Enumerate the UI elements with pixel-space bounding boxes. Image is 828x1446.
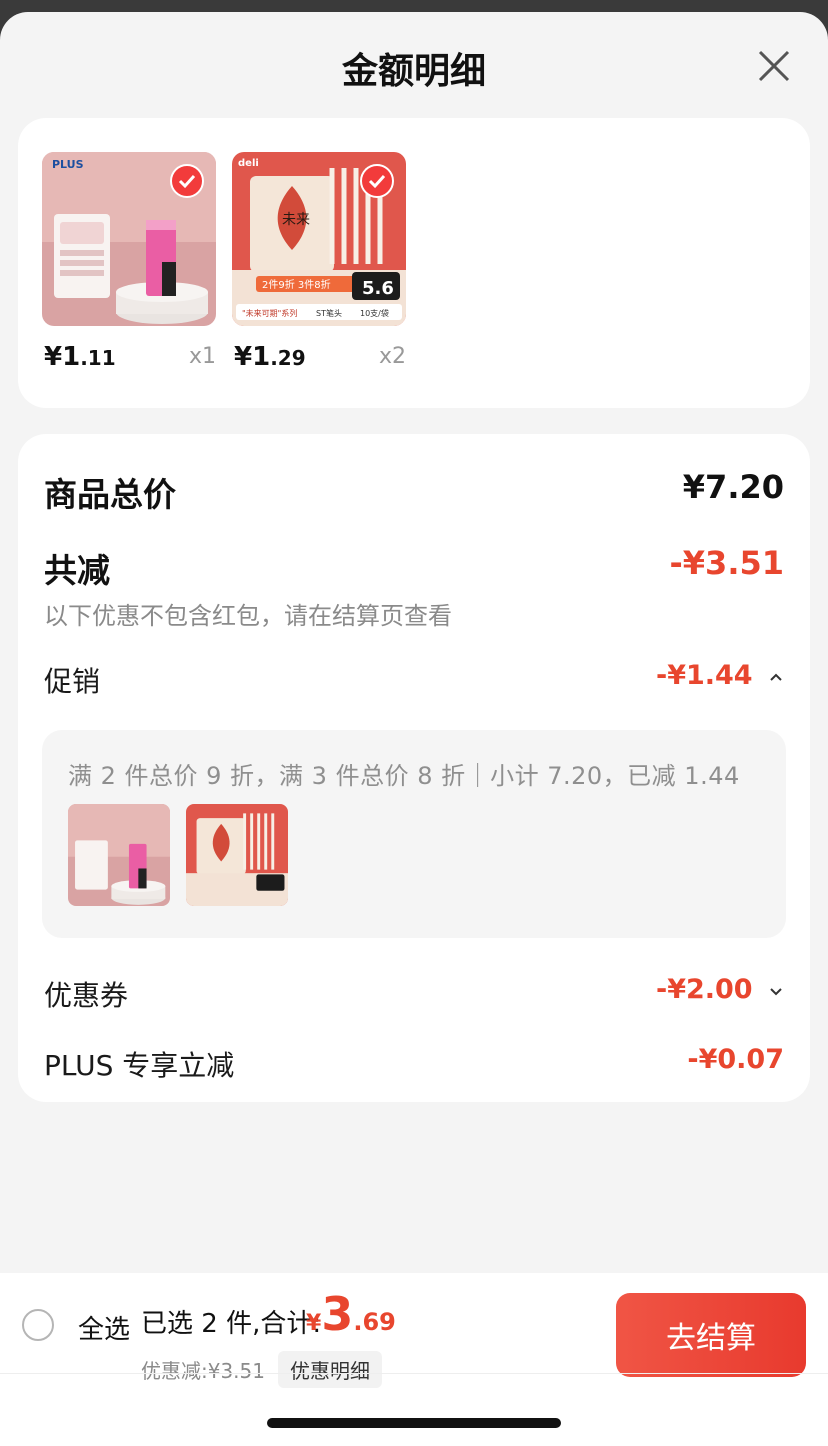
promotion-row[interactable]: 促销 -¥1.44 bbox=[44, 660, 784, 700]
product-price: ¥1.29 bbox=[234, 342, 306, 372]
plus-discount-value: -¥0.07 bbox=[687, 1044, 784, 1075]
price-row: ¥1.29 x2 bbox=[232, 342, 406, 378]
coupon-amount: -¥2.00 bbox=[656, 974, 784, 1005]
total-price-row: 商品总价 ¥7.20 bbox=[44, 468, 784, 514]
home-indicator[interactable] bbox=[267, 1418, 561, 1428]
checked-icon[interactable] bbox=[170, 164, 204, 198]
discount-detail-link[interactable]: 优惠明细 bbox=[278, 1351, 382, 1388]
chevron-up-icon bbox=[770, 673, 782, 681]
select-all-label[interactable]: 全选 bbox=[78, 1309, 130, 1346]
eraser-product-image: PLUS bbox=[42, 152, 216, 326]
product-quantity: x1 bbox=[188, 344, 216, 369]
pen-refill-product-image: deli 未来 2件9折 3件8折 5.6 "未来可期"系列 ST笔头 10支/… bbox=[232, 152, 406, 326]
product-price: ¥1.11 bbox=[44, 342, 116, 372]
saved-amount-text: 优惠减:¥3.51 bbox=[141, 1359, 265, 1383]
promotion-amount: -¥1.44 bbox=[656, 660, 784, 691]
sheet-title: 金额明细 bbox=[341, 51, 486, 92]
promotion-rule-text: 满 2 件总价 9 折，满 3 件总价 8 折｜小计 7.20，已减 1.44 bbox=[68, 762, 740, 790]
divider bbox=[0, 1373, 828, 1374]
reduction-value: -¥3.51 bbox=[669, 544, 785, 582]
total-price-label: 商品总价 bbox=[44, 475, 176, 514]
checked-icon[interactable] bbox=[360, 164, 394, 198]
price-row: ¥1.11 x1 bbox=[42, 342, 216, 378]
total-amount: ¥3.69 bbox=[306, 1287, 396, 1341]
close-button[interactable] bbox=[752, 44, 796, 88]
plus-discount-row: PLUS 专享立减 -¥0.07 bbox=[44, 1044, 784, 1084]
svg-text:未来: 未来 bbox=[282, 212, 310, 228]
reduction-note: 以下优惠不包含红包，请在结算页查看 bbox=[44, 602, 452, 630]
svg-text:5.6: 5.6 bbox=[362, 278, 394, 299]
svg-text:"未来可期"系列: "未来可期"系列 bbox=[242, 308, 297, 318]
product-card: PLUS ¥1.11 x1 deli 未来 2件9折 3件8折 5.6 "未来可… bbox=[18, 118, 810, 408]
svg-text:10支/袋: 10支/袋 bbox=[360, 308, 389, 318]
amount-detail-sheet: 金额明细 PLUS ¥1.11 x1 deli 未来 2件9折 3件8折 5.6… bbox=[0, 12, 828, 1446]
promo-eraser-thumb bbox=[68, 804, 170, 906]
promo-pen-thumb bbox=[186, 804, 288, 906]
select-all-radio[interactable] bbox=[22, 1309, 54, 1341]
plus-discount-label: PLUS 专享立减 bbox=[44, 1049, 235, 1082]
product-item[interactable]: deli 未来 2件9折 3件8折 5.6 "未来可期"系列 ST笔头 10支/… bbox=[232, 152, 406, 372]
svg-text:PLUS: PLUS bbox=[52, 158, 84, 171]
price-summary-card: 商品总价 ¥7.20 共减 -¥3.51 以下优惠不包含红包，请在结算页查看 促… bbox=[18, 434, 810, 1102]
chevron-down-icon bbox=[770, 987, 782, 995]
svg-text:2件9折 3件8折: 2件9折 3件8折 bbox=[262, 278, 331, 291]
coupon-label: 优惠券 bbox=[44, 979, 129, 1012]
total-price-value: ¥7.20 bbox=[682, 468, 784, 506]
reduction-row: 共减 -¥3.51 bbox=[44, 544, 785, 590]
product-item[interactable]: PLUS ¥1.11 x1 bbox=[42, 152, 216, 372]
svg-text:deli: deli bbox=[238, 158, 259, 169]
svg-text:ST笔头: ST笔头 bbox=[316, 308, 342, 318]
checkout-button[interactable]: 去结算 bbox=[616, 1293, 806, 1377]
promotion-detail-box: 满 2 件总价 9 折，满 3 件总价 8 折｜小计 7.20，已减 1.44 bbox=[42, 730, 786, 938]
reduction-label: 共减 bbox=[44, 551, 110, 590]
close-icon bbox=[758, 50, 790, 82]
product-quantity: x2 bbox=[378, 344, 406, 369]
coupon-row[interactable]: 优惠券 -¥2.00 bbox=[44, 974, 784, 1014]
selected-count-text: 已选 2 件,合计: bbox=[141, 1309, 322, 1339]
promotion-label: 促销 bbox=[44, 665, 101, 698]
